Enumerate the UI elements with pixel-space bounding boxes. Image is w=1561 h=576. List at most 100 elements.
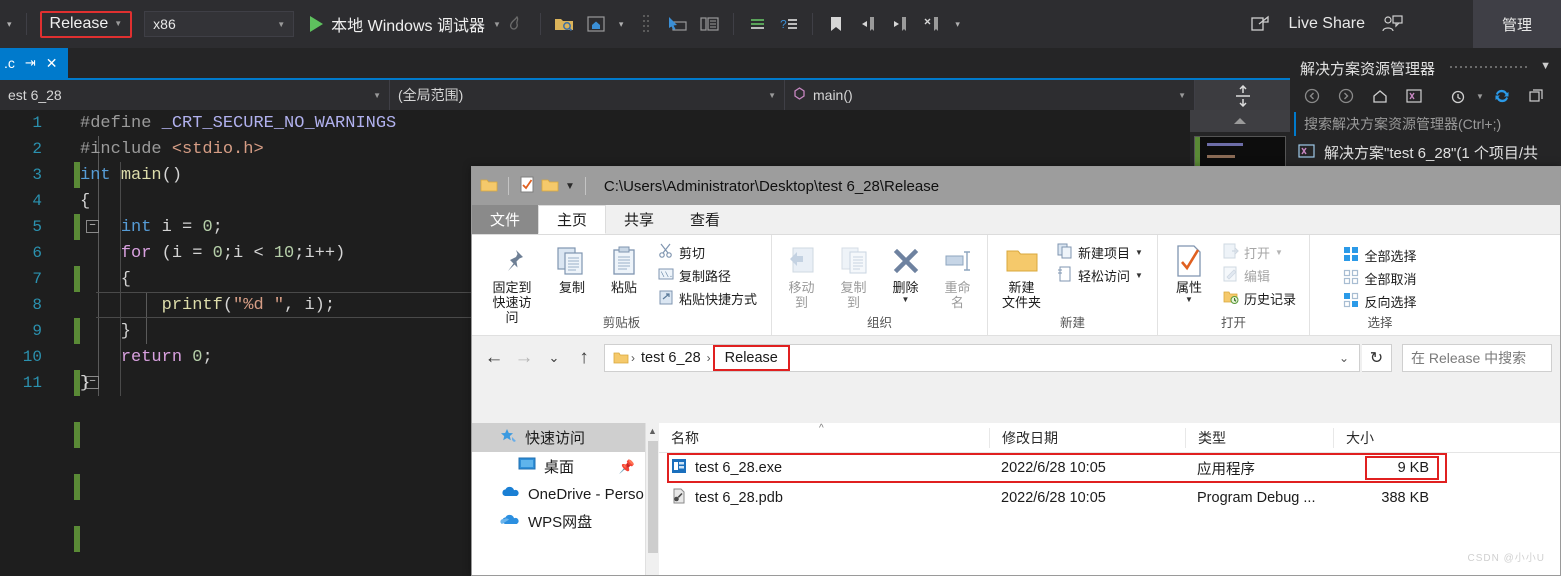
feedback-person-icon[interactable] — [1382, 13, 1404, 35]
move-to-button[interactable]: 移动到 — [776, 239, 828, 310]
chevron-down-icon[interactable]: ▼ — [1135, 248, 1143, 257]
tab-view[interactable]: 查看 — [672, 205, 738, 234]
manage-account-button[interactable]: 管理 — [1473, 0, 1561, 48]
pin-icon[interactable]: 📌 — [619, 459, 635, 475]
cut-button[interactable]: 剪切 — [654, 242, 761, 263]
copy-to-button[interactable]: 复制到 — [828, 239, 880, 310]
history-button[interactable]: 历史记录 — [1219, 288, 1300, 309]
editor-tab-active[interactable]: .c ⇥ ✕ — [0, 48, 68, 78]
refresh-icon[interactable] — [1491, 85, 1513, 107]
copy-path-button[interactable]: \\.. 复制路径 — [654, 265, 761, 286]
chevron-down-icon[interactable]: ▾ — [619, 19, 624, 30]
table-row[interactable]: test 6_28.pdb 2022/6/28 10:05 Program De… — [659, 483, 1560, 513]
breadcrumb-item-current[interactable]: Release — [712, 344, 790, 371]
chevron-down-icon[interactable]: ▼ — [1185, 295, 1193, 304]
uncomment-block-icon[interactable]: ? — [778, 13, 800, 35]
properties-quick-icon[interactable] — [519, 176, 535, 196]
previous-bookmark-icon[interactable] — [857, 13, 879, 35]
window-layout-icon[interactable] — [699, 13, 721, 35]
chevron-down-icon[interactable]: ▼ — [1275, 248, 1283, 257]
open-folder-icon[interactable] — [553, 13, 575, 35]
solution-configuration-dropdown[interactable]: Release ▼ — [39, 10, 133, 38]
solution-platform-dropdown[interactable]: x86 ▼ — [144, 11, 295, 37]
hot-reload-icon[interactable] — [506, 13, 528, 35]
column-header-type[interactable]: 类型 — [1185, 427, 1333, 448]
next-bookmark-icon[interactable] — [889, 13, 911, 35]
scrollbar-thumb[interactable] — [648, 441, 658, 553]
delete-button[interactable]: 删除 ▼ — [880, 239, 932, 304]
home-icon[interactable] — [1369, 85, 1391, 107]
up-icon[interactable]: ↑ — [570, 344, 598, 372]
collapse-all-icon[interactable] — [1525, 85, 1547, 107]
home-window-icon[interactable] — [585, 13, 607, 35]
column-header-size[interactable]: 大小 — [1333, 427, 1453, 448]
invert-selection-button[interactable]: 反向选择 — [1339, 291, 1420, 312]
clear-bookmarks-icon[interactable] — [921, 13, 943, 35]
drag-handle[interactable] — [1450, 66, 1530, 68]
easy-access-button[interactable]: 轻松访问 ▼ — [1053, 265, 1147, 286]
chevron-down-icon[interactable]: ▼ — [902, 295, 910, 304]
forward-icon[interactable] — [1335, 85, 1357, 107]
nav-item-desktop[interactable]: 桌面 📌 — [472, 452, 659, 481]
back-icon[interactable]: ← — [480, 344, 508, 372]
bookmark-icon[interactable] — [825, 13, 847, 35]
new-folder-button[interactable]: 新建 文件夹 — [994, 239, 1049, 310]
split-editor-button[interactable] — [1195, 80, 1290, 112]
close-icon[interactable]: ✕ — [46, 55, 58, 72]
nav-scope-dropdown[interactable]: (全局范围) ▼ — [390, 80, 785, 110]
open-label: 打开 — [1244, 246, 1271, 261]
select-none-button[interactable]: 全部取消 — [1339, 268, 1420, 289]
nav-item-onedrive[interactable]: OneDrive - Perso — [472, 481, 659, 507]
column-header-date[interactable]: 修改日期 — [989, 427, 1185, 448]
pin-icon[interactable]: ⇥ — [25, 55, 36, 71]
column-header-name[interactable]: 名称 — [659, 428, 989, 448]
panel-menu-icon[interactable]: ▼ — [1540, 60, 1551, 72]
breadcrumb-item[interactable]: test 6_28 — [637, 348, 705, 368]
paste-button[interactable]: 粘贴 — [598, 239, 650, 295]
new-folder-quick-icon[interactable] — [541, 177, 559, 196]
scroll-up-icon[interactable]: ▲ — [646, 423, 659, 439]
line-number: 4 — [32, 192, 42, 210]
chevron-down-icon[interactable]: ⌄ — [1339, 351, 1355, 365]
pointer-select-icon[interactable] — [667, 13, 689, 35]
chevron-down-icon[interactable]: ▼ — [1135, 271, 1143, 280]
chevron-down-icon[interactable]: ▼ — [1476, 92, 1484, 101]
new-item-button[interactable]: 新建项目 ▼ — [1053, 242, 1147, 263]
recent-locations-icon[interactable]: ⌄ — [540, 344, 568, 372]
nav-item-wps-cloud[interactable]: WPS网盘 — [472, 507, 659, 536]
refresh-icon[interactable]: ↻ — [1362, 343, 1392, 372]
rename-button[interactable]: 重命名 — [932, 239, 984, 310]
open-button[interactable]: 打开 ▼ — [1219, 242, 1300, 263]
forward-icon[interactable]: → — [510, 344, 538, 372]
solution-explorer-search-input[interactable]: 搜索解决方案资源管理器(Ctrl+;) — [1294, 112, 1557, 136]
search-input[interactable]: 在 Release 中搜索 — [1402, 343, 1552, 372]
start-debugging-button[interactable]: 本地 Windows 调试器 ▼ — [310, 12, 501, 36]
live-share-icon[interactable] — [1250, 13, 1272, 35]
copy-button[interactable]: 复制 — [546, 239, 598, 295]
table-row[interactable]: test 6_28.exe 2022/6/28 10:05 应用程序 9 KB — [659, 453, 1560, 483]
select-all-button[interactable]: 全部选择 — [1339, 245, 1420, 266]
chevron-down-icon[interactable]: ▼ — [565, 181, 575, 192]
toolbar-overflow-caret[interactable]: ▾ — [7, 19, 12, 30]
tab-home[interactable]: 主页 — [538, 205, 607, 234]
solution-view-icon[interactable] — [1403, 85, 1425, 107]
pin-to-quick-access-button[interactable]: 固定到 快速访问 — [478, 239, 546, 325]
toolbar-overflow-caret[interactable]: ▾ — [955, 19, 960, 30]
comment-block-icon[interactable] — [746, 13, 768, 35]
pending-changes-icon[interactable] — [1447, 85, 1469, 107]
properties-button[interactable]: 属性 ▼ — [1163, 239, 1215, 304]
edit-button[interactable]: 编辑 — [1219, 265, 1300, 286]
solution-root-node[interactable]: 解决方案"test 6_28"(1 个项目/共 — [1298, 142, 1538, 163]
play-icon — [310, 16, 324, 32]
tab-share[interactable]: 共享 — [606, 205, 672, 234]
breadcrumb[interactable]: › test 6_28 › Release ⌄ — [604, 343, 1360, 372]
scroll-up-button[interactable] — [1190, 110, 1290, 132]
navigation-pane-scrollbar[interactable]: ▲ — [645, 423, 659, 575]
paste-shortcut-button[interactable]: 粘贴快捷方式 — [654, 288, 761, 309]
back-icon[interactable] — [1301, 85, 1323, 107]
nav-item-quick-access[interactable]: 快速访问 — [472, 423, 659, 452]
tab-file[interactable]: 文件 — [472, 205, 539, 234]
nav-project-dropdown[interactable]: est 6_28 ▼ — [0, 80, 390, 110]
nav-member-dropdown[interactable]: main() ▼ — [785, 80, 1195, 110]
live-share-label[interactable]: Live Share — [1289, 15, 1366, 33]
